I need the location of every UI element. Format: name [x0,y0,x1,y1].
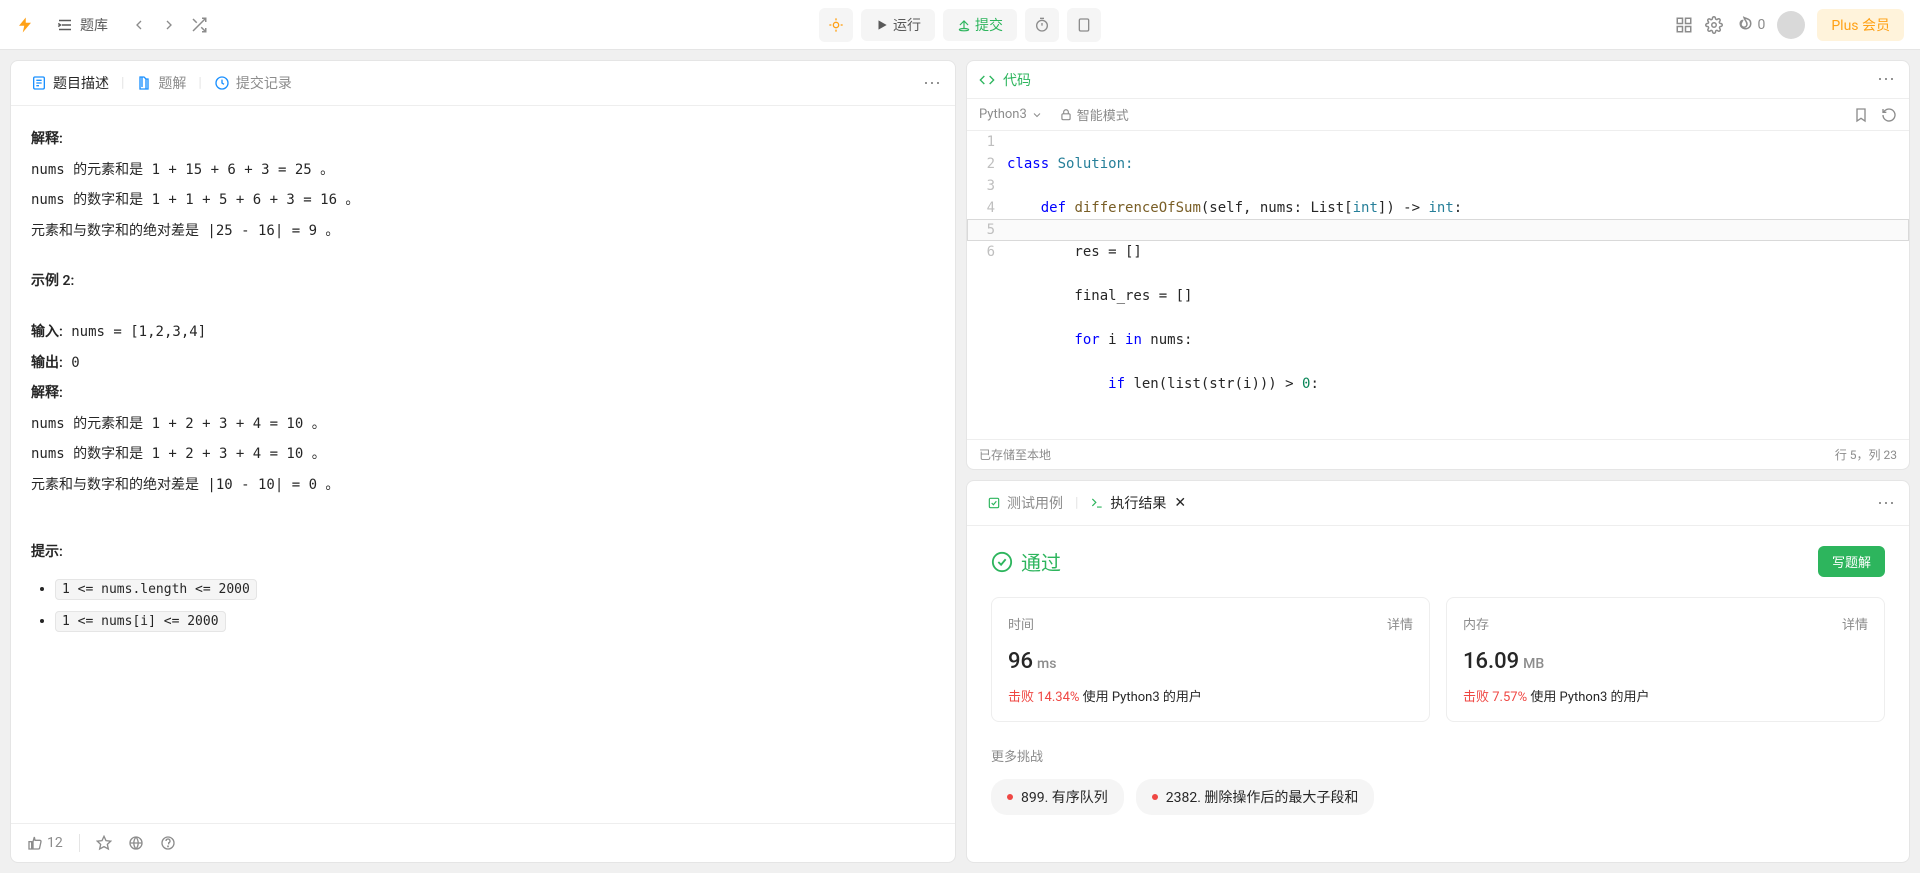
topbar-right: 0 Plus 会员 [1675,9,1904,41]
cursor-position: 行 5，列 23 [1835,446,1897,463]
difficulty-dot-icon [1007,794,1013,800]
tab-testcase-label: 测试用例 [1007,493,1063,513]
result-more-icon[interactable]: ⋯ [1877,493,1897,514]
metrics-row: 时间 详情 96ms 击败 14.34% 使用 Python3 的用户 内存 [991,597,1885,722]
code-editor[interactable]: 123456 class Solution: def differenceOfS… [967,131,1909,439]
result-tabs: 测试用例 | 执行结果 ✕ ⋯ [967,481,1909,526]
desc-line: nums 的元素和是 1 + 15 + 6 + 3 = 25 。 [31,157,935,184]
left-more-icon[interactable]: ⋯ [923,73,943,94]
tab-solution-label: 题解 [158,73,186,93]
top-toolbar: 题库 运行 提交 [0,0,1920,50]
desc-line: 元素和与数字和的绝对差是 |10 - 10| = 0 。 [31,472,935,499]
reset-icon[interactable] [1881,107,1897,123]
mem-detail[interactable]: 详情 [1842,614,1868,633]
timer-icon[interactable] [1025,8,1059,42]
more-challenges-label: 更多挑战 [991,746,1885,765]
share-icon[interactable] [128,835,144,851]
code-panel-header: 代码 ⋯ [967,61,1909,99]
description-footer: 12 [11,823,955,862]
line-gutter: 123456 [967,131,1007,439]
star-icon[interactable] [96,835,112,851]
time-metric[interactable]: 时间 详情 96ms 击败 14.34% 使用 Python3 的用户 [991,597,1430,722]
hint-item: 1 <= nums.length <= 2000 [55,579,257,600]
run-button[interactable]: 运行 [861,9,935,41]
tab-submissions[interactable]: 提交记录 [206,69,300,97]
streak-count: 0 [1757,17,1765,33]
code-content: class Solution: def differenceOfSum(self… [1007,131,1909,439]
tab-description[interactable]: 题目描述 [23,69,117,97]
hints-list: 1 <= nums.length <= 2000 1 <= nums[i] <=… [31,581,935,629]
desc-line: nums 的数字和是 1 + 1 + 5 + 6 + 3 = 16 。 [31,187,935,214]
problem-list-label: 题库 [80,15,108,35]
challenge-pill[interactable]: 2382. 删除操作后的最大子段和 [1136,779,1375,815]
submit-button[interactable]: 提交 [943,9,1017,41]
settings-icon[interactable] [1705,16,1723,34]
hints-title: 提示: [31,539,935,566]
example2-explain-label: 解释: [31,380,935,407]
right-column: 代码 ⋯ Python3 智能模式 [966,60,1910,863]
list-icon [56,16,74,34]
notes-icon[interactable] [1067,8,1101,42]
pass-status: 通过 [991,547,1061,576]
run-label: 运行 [893,15,921,35]
mem-beat: 击败 7.57% 使用 Python3 的用户 [1463,686,1868,705]
time-label: 时间 [1008,614,1034,633]
shuffle-icon[interactable] [190,16,208,34]
mem-value: 16.09MB [1463,649,1868,674]
code-title: 代码 [1003,70,1031,90]
main-split: 题目描述 | 题解 | 提交记录 ⋯ 解释: nums 的元素和是 1 + 15… [0,50,1920,873]
layout-icon[interactable] [1675,16,1693,34]
run-submit-group: 运行 提交 [819,8,1101,42]
code-toolbar: Python3 智能模式 [967,99,1909,131]
logo-icon[interactable] [16,16,34,34]
desc-line: 元素和与数字和的绝对差是 |25 - 16| = 9 。 [31,218,935,245]
tab-result[interactable]: 执行结果 ✕ [1082,489,1194,517]
tab-description-label: 题目描述 [53,73,109,93]
language-selector[interactable]: Python3 [979,107,1043,122]
prev-problem-icon[interactable] [130,16,148,34]
hint-item: 1 <= nums[i] <= 2000 [55,611,226,632]
debug-icon[interactable] [819,8,853,42]
description-content: 解释: nums 的元素和是 1 + 15 + 6 + 3 = 25 。 num… [11,106,955,823]
streak-indicator[interactable]: 0 [1735,16,1765,34]
mem-label: 内存 [1463,614,1489,633]
like-count: 12 [47,835,63,851]
time-detail[interactable]: 详情 [1387,614,1413,633]
description-panel: 题目描述 | 题解 | 提交记录 ⋯ 解释: nums 的元素和是 1 + 15… [10,60,956,863]
desc-line: nums 的数字和是 1 + 2 + 3 + 4 = 10 。 [31,441,935,468]
tab-submissions-label: 提交记录 [236,73,292,93]
desc-line: nums 的元素和是 1 + 2 + 3 + 4 = 10 。 [31,411,935,438]
memory-metric[interactable]: 内存 详情 16.09MB 击败 7.57% 使用 Python3 的用户 [1446,597,1885,722]
bookmark-icon[interactable] [1853,107,1869,123]
avatar[interactable] [1777,11,1805,39]
challenge-pills: 899. 有序队列 2382. 删除操作后的最大子段和 [991,779,1885,815]
code-panel: 代码 ⋯ Python3 智能模式 [966,60,1910,470]
result-body: 通过 写题解 时间 详情 96ms 击败 14.34% [967,526,1909,862]
example2-input: 输入: nums = [1,2,3,4] [31,319,935,346]
plus-member-button[interactable]: Plus 会员 [1817,9,1904,41]
tab-solution[interactable]: 题解 [128,69,194,97]
problem-list-button[interactable]: 题库 [46,9,118,41]
like-button[interactable]: 12 [27,835,63,851]
smart-mode[interactable]: 智能模式 [1059,105,1129,124]
explain-label: 解释: [31,126,935,153]
code-more-icon[interactable]: ⋯ [1877,69,1897,90]
close-result-icon[interactable]: ✕ [1174,495,1186,511]
time-value: 96ms [1008,649,1413,674]
time-beat: 击败 14.34% 使用 Python3 的用户 [1008,686,1413,705]
result-panel: 测试用例 | 执行结果 ✕ ⋯ 通过 写题解 [966,480,1910,863]
left-tabs: 题目描述 | 题解 | 提交记录 ⋯ [11,61,955,106]
save-status: 已存储至本地 [979,446,1051,463]
difficulty-dot-icon [1152,794,1158,800]
example2-output: 输出: 0 [31,350,935,377]
tab-result-label: 执行结果 [1110,493,1166,513]
next-problem-icon[interactable] [160,16,178,34]
tab-testcase[interactable]: 测试用例 [979,489,1071,517]
help-icon[interactable] [160,835,176,851]
submit-label: 提交 [975,15,1003,35]
editor-status-bar: 已存储至本地 行 5，列 23 [967,439,1909,469]
challenge-pill[interactable]: 899. 有序队列 [991,779,1124,815]
write-solution-button[interactable]: 写题解 [1818,546,1885,577]
example2-title: 示例 2: [31,268,935,295]
